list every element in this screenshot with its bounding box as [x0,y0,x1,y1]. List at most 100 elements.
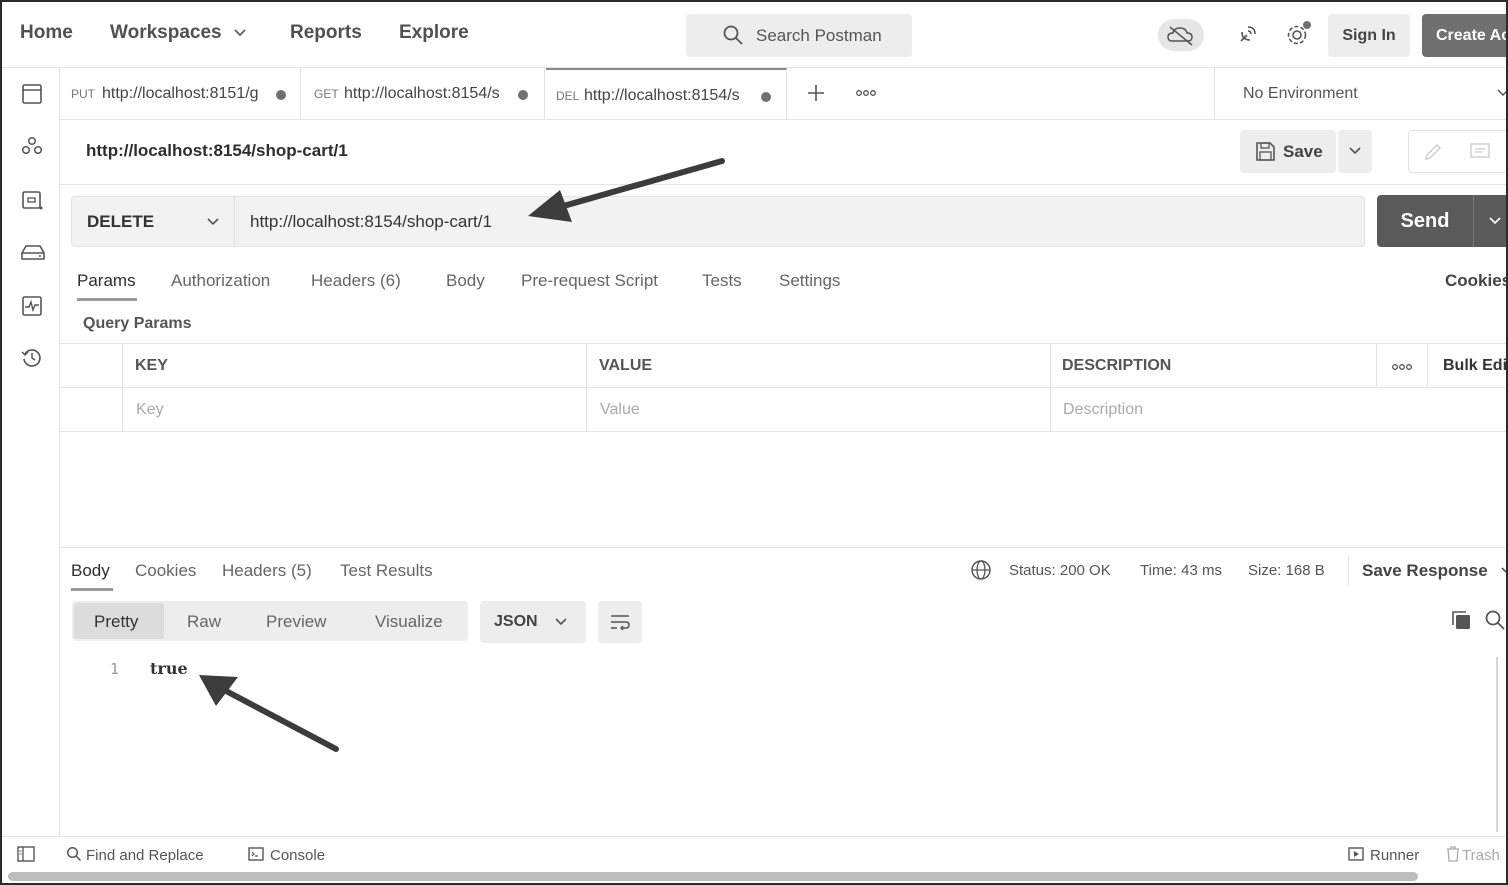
floppy-disk-icon [1256,142,1275,161]
toggle-sidebar-icon[interactable] [17,846,35,862]
response-tab-cookies[interactable]: Cookies [135,561,196,581]
console-label: Console [270,847,326,864]
apis-icon[interactable] [20,134,44,158]
search-box[interactable]: Search Postman [686,14,912,57]
nav-home[interactable]: Home [20,22,73,44]
request-name[interactable]: http://localhost:8154/shop-cart/1 [86,141,348,161]
tab-body[interactable]: Body [446,271,485,291]
column-key: KEY [135,357,168,374]
value-input[interactable]: Value [600,401,640,419]
globe-icon[interactable] [970,559,992,581]
chevron-down-icon [1489,217,1501,225]
active-tab-indicator [71,588,113,591]
trash-icon [1447,846,1459,862]
column-divider [1050,344,1051,432]
cookies-link[interactable]: Cookies [1445,271,1506,291]
nav-reports[interactable]: Reports [290,22,362,44]
more-tabs-icon[interactable] [855,88,877,98]
save-options-button[interactable] [1338,130,1372,173]
active-tab-indicator [77,298,137,301]
find-and-replace-button[interactable]: Find and Replace [66,846,204,864]
pencil-icon[interactable] [1423,142,1443,162]
environments-icon[interactable] [20,188,44,212]
send-options-button[interactable] [1473,195,1506,247]
tab-settings[interactable]: Settings [779,271,840,291]
tab-pre-request-script[interactable]: Pre-request Script [521,271,658,291]
collections-icon[interactable] [20,82,44,106]
tab-method: DEL [556,89,580,103]
http-method-label: DELETE [87,212,155,231]
format-raw[interactable]: Raw [187,612,221,632]
more-options-icon[interactable] [1391,362,1413,372]
horizontal-scrollbar[interactable] [8,872,1418,881]
unsaved-dot [518,90,528,100]
wrap-lines-button[interactable] [598,601,642,643]
send-button[interactable]: Send [1377,195,1473,247]
response-tab-test-results[interactable]: Test Results [340,561,433,581]
tab-params[interactable]: Params [77,271,136,291]
environment-select[interactable]: No Environment [1214,68,1506,120]
format-preview[interactable]: Preview [266,612,326,632]
console-button[interactable]: Console [248,846,325,864]
chevron-down-icon [234,29,246,37]
search-icon [723,25,743,45]
tab-url: http://localhost:8154/s [584,87,740,104]
unsaved-dot [276,90,286,100]
runner-button[interactable]: Runner [1348,846,1419,864]
nav-explore[interactable]: Explore [399,22,469,44]
response-body-value[interactable]: true [150,659,188,678]
request-tab-get[interactable]: GET http://localhost:8154/s [302,68,545,120]
save-button[interactable]: Save [1240,130,1336,173]
tab-tests[interactable]: Tests [702,271,742,291]
column-value: VALUE [599,357,653,374]
column-divider [1427,344,1428,388]
format-visualize[interactable]: Visualize [375,612,443,632]
response-tab-headers[interactable]: Headers (5) [222,561,312,581]
tab-method: PUT [71,87,95,101]
line-number: 1 [110,660,120,678]
sign-in-button[interactable]: Sign In [1328,14,1410,57]
cloud-off-icon [1167,26,1193,46]
response-divider [60,547,1506,548]
query-params-title: Query Params [83,315,192,332]
response-size[interactable]: Size: 168 B [1248,562,1325,579]
history-icon[interactable] [20,346,44,370]
search-icon[interactable] [1484,609,1506,631]
format-pretty[interactable]: Pretty [94,612,138,632]
http-method-select[interactable]: DELETE [72,197,235,246]
response-status[interactable]: Status: 200 OK [1009,562,1111,579]
request-tab-delete[interactable]: DEL http://localhost:8154/s [546,68,787,120]
description-input[interactable]: Description [1063,401,1143,419]
language-select[interactable]: JSON [480,601,586,643]
settings-button[interactable] [1284,20,1312,53]
column-divider [586,344,587,432]
play-icon [1348,847,1364,861]
trash-button[interactable]: Trash [1446,846,1500,864]
tab-authorization[interactable]: Authorization [171,271,270,291]
trash-label: Trash [1462,847,1500,864]
comment-icon[interactable] [1469,142,1491,162]
mock-servers-icon[interactable] [20,240,46,264]
request-tab-put[interactable]: PUT http://localhost:8151/g [60,68,301,120]
monitors-icon[interactable] [20,294,44,318]
nav-workspaces[interactable]: Workspaces [110,22,247,44]
chevron-down-icon [1501,567,1506,573]
new-tab-plus-icon[interactable] [806,83,826,103]
tab-headers[interactable]: Headers (6) [311,271,401,291]
satellite-icon[interactable] [1236,22,1260,46]
copy-icon[interactable] [1450,609,1472,631]
tab-url: http://localhost:8154/s [344,85,500,102]
sync-status-button[interactable] [1158,19,1204,51]
vertical-scrollbar[interactable] [1496,657,1498,832]
chevron-down-icon [1349,147,1361,155]
url-input[interactable]: http://localhost:8154/shop-cart/1 [250,212,492,232]
bulk-edit-button[interactable]: Bulk Edit [1443,357,1506,375]
response-tab-body[interactable]: Body [71,561,110,581]
key-input[interactable]: Key [136,401,164,419]
divider [60,184,1506,185]
divider [1348,555,1349,585]
create-account-button[interactable]: Create Account [1422,14,1506,57]
response-time[interactable]: Time: 43 ms [1140,562,1222,579]
find-and-replace-label: Find and Replace [86,847,204,864]
save-response-button[interactable]: Save Response [1362,561,1506,581]
